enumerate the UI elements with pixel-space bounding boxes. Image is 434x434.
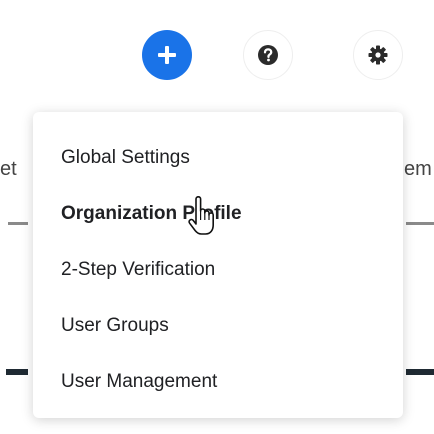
settings-dropdown-menu: Global Settings Organization Profile 2-S… — [33, 112, 403, 418]
background-divider-right — [406, 222, 434, 225]
gear-icon — [367, 44, 389, 66]
menu-item-label: Organization Profile — [61, 203, 242, 224]
background-bar-left — [6, 369, 28, 375]
menu-item-2-step-verification[interactable]: 2-Step Verification — [33, 246, 403, 294]
menu-item-user-management[interactable]: User Management — [33, 358, 403, 406]
menu-item-label: Global Settings — [61, 147, 190, 168]
menu-item-global-settings[interactable]: Global Settings — [33, 134, 403, 182]
help-button[interactable] — [243, 30, 293, 80]
background-bar-right — [406, 369, 434, 375]
add-button[interactable] — [142, 30, 192, 80]
menu-item-label: User Groups — [61, 315, 169, 336]
background-label-fragment-left: et — [0, 158, 17, 180]
menu-item-user-groups[interactable]: User Groups — [33, 302, 403, 350]
menu-item-label: 2-Step Verification — [61, 259, 216, 280]
plus-icon — [156, 44, 178, 66]
settings-button[interactable] — [353, 30, 403, 80]
question-circle-icon — [257, 44, 279, 66]
background-divider-left — [8, 222, 28, 225]
menu-item-label: User Management — [61, 371, 218, 392]
menu-item-organization-profile[interactable]: Organization Profile — [33, 190, 403, 238]
background-label-fragment-right: em — [404, 158, 432, 180]
